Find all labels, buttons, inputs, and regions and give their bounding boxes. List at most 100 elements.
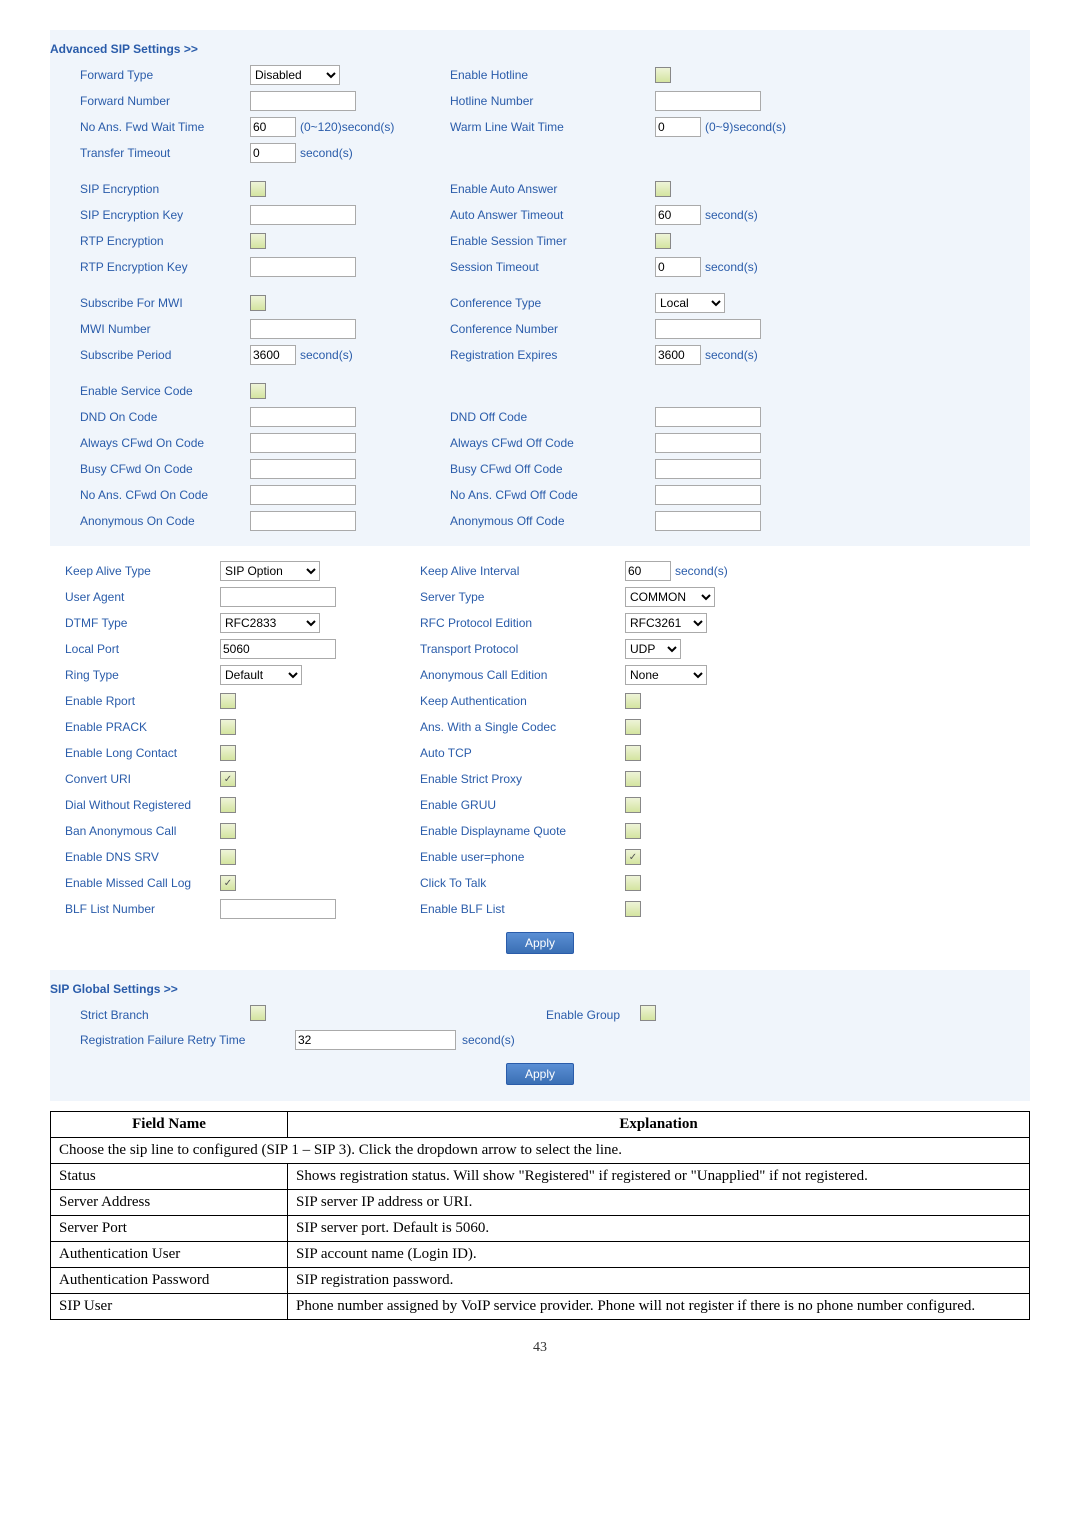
label-transfer-timeout: Transfer Timeout [50, 146, 250, 160]
label-user-agent: User Agent [50, 590, 220, 604]
label-sip-enc-key: SIP Encryption Key [50, 208, 250, 222]
noans-cfwd-off-input[interactable] [655, 485, 761, 505]
conf-type-select[interactable]: Local [655, 293, 725, 313]
ban-anon-call-checkbox[interactable] [220, 823, 236, 839]
anon-call-edition-select[interactable]: None [625, 665, 707, 685]
enable-gruu-checkbox[interactable] [625, 797, 641, 813]
enable-dns-srv-checkbox[interactable] [220, 849, 236, 865]
label-session-timeout: Session Timeout [450, 260, 655, 274]
forward-number-input[interactable] [250, 91, 356, 111]
enable-blf-list-checkbox[interactable] [625, 901, 641, 917]
dtmf-type-select[interactable]: RFC2833 [220, 613, 320, 633]
reg-fail-retry-input[interactable] [295, 1030, 456, 1050]
sip-enc-key-input[interactable] [250, 205, 356, 225]
sub-period-input[interactable] [250, 345, 296, 365]
keep-alive-interval-input[interactable] [625, 561, 671, 581]
label-noans-fwd-wait: No Ans. Fwd Wait Time [50, 120, 250, 134]
enable-hotline-checkbox[interactable] [655, 67, 671, 83]
label-reg-fail-retry: Registration Failure Retry Time [50, 1033, 295, 1047]
always-cfwd-on-input[interactable] [250, 433, 356, 453]
anon-on-input[interactable] [250, 511, 356, 531]
label-enable-dns-srv: Enable DNS SRV [50, 850, 220, 864]
label-enable-strict-proxy: Enable Strict Proxy [420, 772, 625, 786]
convert-uri-checkbox[interactable] [220, 771, 236, 787]
enable-rport-checkbox[interactable] [220, 693, 236, 709]
enable-group-checkbox[interactable] [640, 1005, 656, 1021]
rtp-enc-key-input[interactable] [250, 257, 356, 277]
label-enable-group: Enable Group [450, 1008, 640, 1022]
anon-off-input[interactable] [655, 511, 761, 531]
enable-user-phone-checkbox[interactable] [625, 849, 641, 865]
label-enable-rport: Enable Rport [50, 694, 220, 708]
strict-branch-checkbox[interactable] [250, 1005, 266, 1021]
session-timeout-input[interactable] [655, 257, 701, 277]
label-enable-gruu: Enable GRUU [420, 798, 625, 812]
forward-type-select[interactable]: Disabled [250, 65, 340, 85]
transfer-timeout-input[interactable] [250, 143, 296, 163]
label-rfc-protocol: RFC Protocol Edition [420, 616, 625, 630]
blf-list-number-input[interactable] [220, 899, 336, 919]
enable-long-contact-checkbox[interactable] [220, 745, 236, 761]
rfc-protocol-select[interactable]: RFC3261 [625, 613, 707, 633]
noans-cfwd-on-input[interactable] [250, 485, 356, 505]
keep-alive-type-select[interactable]: SIP Option [220, 561, 320, 581]
server-type-select[interactable]: COMMON [625, 587, 715, 607]
enable-service-code-checkbox[interactable] [250, 383, 266, 399]
ring-type-select[interactable]: Default [220, 665, 302, 685]
unit-warm-line: (0~9)second(s) [705, 120, 786, 134]
th-field-name: Field Name [51, 1112, 288, 1138]
unit-reg-expires: second(s) [705, 348, 758, 362]
busy-cfwd-off-input[interactable] [655, 459, 761, 479]
th-explanation: Explanation [288, 1112, 1030, 1138]
mwi-number-input[interactable] [250, 319, 356, 339]
auto-answer-timeout-input[interactable] [655, 205, 701, 225]
enable-session-timer-checkbox[interactable] [655, 233, 671, 249]
table-row: SIP UserPhone number assigned by VoIP se… [51, 1294, 1030, 1320]
unit-transfer-timeout: second(s) [300, 146, 353, 160]
label-enable-blf-list: Enable BLF List [420, 902, 625, 916]
label-enable-missed-log: Enable Missed Call Log [50, 876, 220, 890]
always-cfwd-off-input[interactable] [655, 433, 761, 453]
dnd-off-input[interactable] [655, 407, 761, 427]
enable-displayname-quote-checkbox[interactable] [625, 823, 641, 839]
sub-for-mwi-checkbox[interactable] [250, 295, 266, 311]
hotline-number-input[interactable] [655, 91, 761, 111]
ans-single-codec-checkbox[interactable] [625, 719, 641, 735]
keep-auth-checkbox[interactable] [625, 693, 641, 709]
noans-fwd-wait-input[interactable] [250, 117, 296, 137]
local-port-input[interactable] [220, 639, 336, 659]
warm-line-wait-input[interactable] [655, 117, 701, 137]
label-blf-list-number: BLF List Number [50, 902, 220, 916]
advanced-sip-header: Advanced SIP Settings >> [50, 34, 1030, 62]
label-hotline-number: Hotline Number [450, 94, 655, 108]
enable-strict-proxy-checkbox[interactable] [625, 771, 641, 787]
dnd-on-input[interactable] [250, 407, 356, 427]
dial-without-reg-checkbox[interactable] [220, 797, 236, 813]
label-forward-type: Forward Type [50, 68, 250, 82]
sip-encryption-checkbox[interactable] [250, 181, 266, 197]
label-busy-cfwd-off: Busy CFwd Off Code [450, 462, 655, 476]
apply-button-1[interactable]: Apply [506, 932, 574, 954]
enable-missed-log-checkbox[interactable] [220, 875, 236, 891]
label-keep-alive-type: Keep Alive Type [50, 564, 220, 578]
label-keep-alive-interval: Keep Alive Interval [420, 564, 625, 578]
label-sip-encryption: SIP Encryption [50, 182, 250, 196]
label-dial-without-reg: Dial Without Registered [50, 798, 220, 812]
label-conf-number: Conference Number [450, 322, 655, 336]
busy-cfwd-on-input[interactable] [250, 459, 356, 479]
label-noans-cfwd-off: No Ans. CFwd Off Code [450, 488, 655, 502]
user-agent-input[interactable] [220, 587, 336, 607]
table-intro-row: Choose the sip line to configured (SIP 1… [51, 1138, 1030, 1164]
label-dnd-on: DND On Code [50, 410, 250, 424]
enable-prack-checkbox[interactable] [220, 719, 236, 735]
enable-auto-answer-checkbox[interactable] [655, 181, 671, 197]
reg-expires-input[interactable] [655, 345, 701, 365]
label-server-type: Server Type [420, 590, 625, 604]
conf-number-input[interactable] [655, 319, 761, 339]
click-to-talk-checkbox[interactable] [625, 875, 641, 891]
apply-button-2[interactable]: Apply [506, 1063, 574, 1085]
auto-tcp-checkbox[interactable] [625, 745, 641, 761]
rtp-encryption-checkbox[interactable] [250, 233, 266, 249]
transport-protocol-select[interactable]: UDP [625, 639, 681, 659]
label-anon-on: Anonymous On Code [50, 514, 250, 528]
